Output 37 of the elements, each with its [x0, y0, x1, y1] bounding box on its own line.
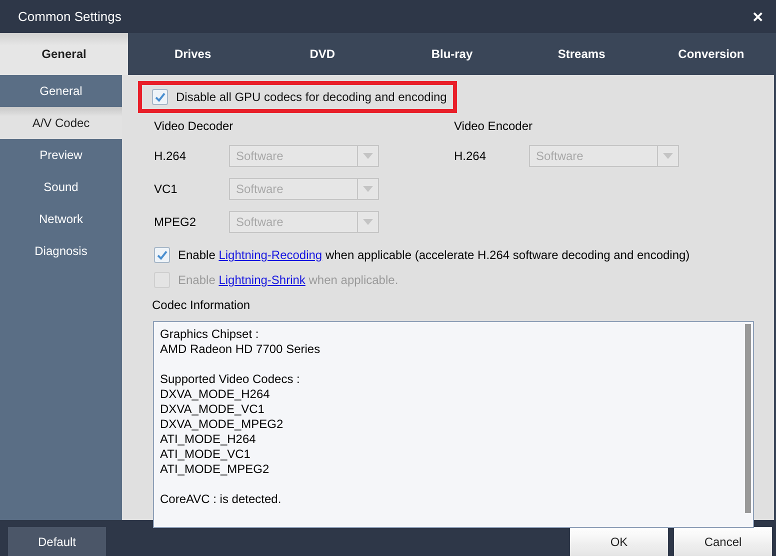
- close-button[interactable]: ✕: [752, 8, 764, 24]
- info-line: ATI_MODE_MPEG2: [160, 462, 270, 477]
- checkbox-label: Disable all GPU codecs for decoding and encoding: [176, 90, 447, 104]
- info-line: DXVA_MODE_H264: [160, 387, 271, 402]
- window-title: Common Settings: [18, 9, 122, 24]
- codec-label: H.264: [154, 148, 188, 162]
- codec-label: MPEG2: [154, 214, 198, 228]
- checkbox[interactable]: [152, 89, 168, 105]
- caret-icon: [363, 186, 373, 192]
- check-icon: [154, 91, 166, 103]
- ok-button[interactable]: OK: [570, 527, 668, 556]
- info-line: Supported Video Codecs :: [160, 372, 301, 387]
- link[interactable]: Lightning-Recoding: [218, 248, 322, 262]
- sidebar-item[interactable]: A/V Codec: [0, 107, 122, 139]
- option-label: Enable Lightning-Recoding when applicable (accelerate H.264 software decoding and encoding): [178, 248, 690, 262]
- check-icon: [156, 249, 168, 261]
- info-line: ATI_MODE_H264: [160, 432, 257, 447]
- info-line: DXVA_MODE_VC1: [160, 402, 266, 417]
- codec-label: H.264: [454, 148, 488, 162]
- checkbox[interactable]: [154, 247, 170, 263]
- section-title: Codec Information: [152, 298, 252, 312]
- codec-label: VC1: [154, 182, 178, 196]
- info-line: AMD Radeon HD 7700 Series: [160, 342, 322, 357]
- cancel-button[interactable]: Cancel: [674, 527, 772, 556]
- info-line: CoreAVC : is detected.: [160, 492, 282, 507]
- section-title: Video Decoder: [154, 119, 234, 133]
- caret-icon: [663, 152, 673, 158]
- default-button[interactable]: Default: [8, 527, 106, 556]
- info-line: DXVA_MODE_MPEG2: [160, 417, 284, 432]
- tab[interactable]: General: [0, 33, 128, 75]
- option-label: Enable Lightning-Shrink when applicable.: [178, 273, 398, 287]
- caret-icon: [363, 152, 373, 158]
- info-line: Graphics Chipset :: [160, 327, 260, 342]
- scrollbar[interactable]: [745, 324, 751, 513]
- info-line: ATI_MODE_VC1: [160, 447, 252, 462]
- caret-icon: [363, 218, 373, 224]
- section-title: Video Encoder: [454, 119, 534, 133]
